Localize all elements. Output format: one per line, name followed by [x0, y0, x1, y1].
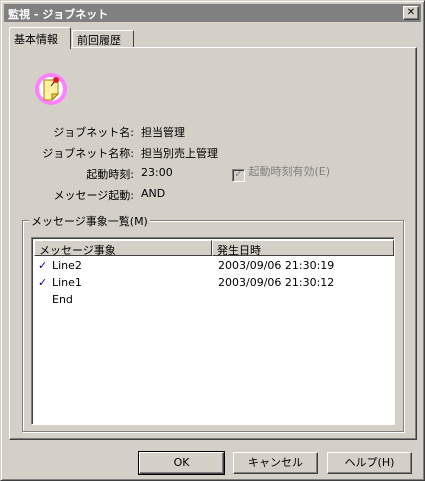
- check-icon: ✓: [38, 259, 48, 272]
- event-name: Line2: [52, 259, 82, 272]
- column-header-message-event[interactable]: メッセージ事象: [34, 240, 212, 257]
- event-datetime: 2003/09/06 21:30:12: [218, 276, 335, 289]
- message-trigger-value: AND: [141, 187, 166, 200]
- check-icon: ✓: [38, 276, 48, 289]
- list-header: メッセージ事象 発生日時: [34, 240, 394, 257]
- window-title: 監視 - ジョブネット: [8, 8, 109, 21]
- event-name: Line1: [52, 276, 82, 289]
- event-datetime: 2003/09/06 21:30:19: [218, 259, 335, 272]
- help-button[interactable]: ヘルプ(H): [327, 452, 412, 474]
- start-time-label: 起動時刻:: [86, 168, 134, 181]
- title-bar[interactable]: 監視 - ジョブネット ✕: [4, 4, 421, 22]
- list-item[interactable]: ✓ Line1 2003/09/06 21:30:12: [34, 275, 394, 291]
- message-events-group: メッセージ事象一覧(M) メッセージ事象 発生日時 ✓ Line2 2003/0…: [22, 213, 404, 432]
- start-time-value: 23:00: [141, 166, 173, 179]
- jobnet-name-label: ジョブネット名:: [53, 126, 134, 139]
- jobnet-title-value: 担当別売上管理: [141, 147, 218, 160]
- cancel-button[interactable]: キャンセル: [233, 452, 318, 474]
- message-events-group-title: メッセージ事象一覧(M): [29, 213, 150, 229]
- ok-button[interactable]: OK: [138, 451, 225, 475]
- tab-previous-history[interactable]: 前回履歴: [72, 30, 134, 48]
- event-name: End: [52, 293, 73, 306]
- dialog-window: 監視 - ジョブネット ✕ 基本情報 前回履歴 ジョブネット名: 担当管理 ジョ…: [0, 0, 425, 481]
- tab-panel: ジョブネット名: 担当管理 ジョブネット名称: 担当別売上管理 起動時刻: 23…: [9, 47, 417, 440]
- message-events-list[interactable]: メッセージ事象 発生日時 ✓ Line2 2003/09/06 21:30:19…: [31, 237, 395, 425]
- tab-label: 基本情報: [14, 33, 58, 46]
- checkbox-box: ✓: [232, 169, 245, 182]
- list-item[interactable]: End: [34, 292, 394, 308]
- close-button[interactable]: ✕: [403, 6, 419, 20]
- jobnet-memo-icon: [35, 73, 67, 105]
- list-item[interactable]: ✓ Line2 2003/09/06 21:30:19: [34, 258, 394, 274]
- message-trigger-label: メッセージ起動:: [53, 189, 135, 202]
- tab-label: 前回履歴: [77, 34, 121, 47]
- jobnet-title-label: ジョブネット名称:: [42, 147, 134, 160]
- tab-basic-info[interactable]: 基本情報: [9, 27, 71, 49]
- column-header-occurrence-time[interactable]: 発生日時: [212, 240, 394, 257]
- start-time-enabled-checkbox[interactable]: ✓ 起動時刻有効(E): [232, 163, 330, 182]
- start-time-enabled-label: 起動時刻有効(E): [248, 165, 331, 178]
- jobnet-name-value: 担当管理: [141, 126, 185, 139]
- close-icon: ✕: [406, 7, 416, 18]
